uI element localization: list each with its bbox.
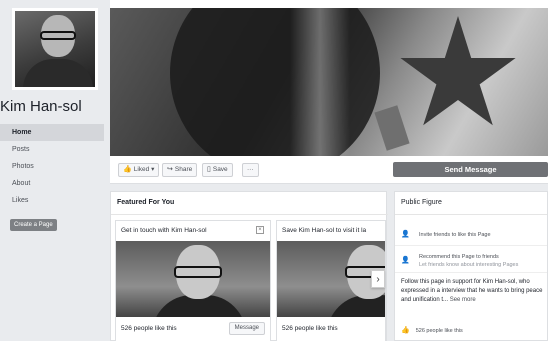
share-label: Share [174,166,193,173]
bookmark-icon: ▯ [207,166,211,173]
public-figure-panel: Public Figure 👤 Invite friends to like t… [394,191,548,341]
add-person-icon: 👤 [401,257,410,264]
carousel-next-arrow-icon[interactable]: › [371,270,385,288]
thumbs-up-icon: 👍 [123,166,132,173]
page-likes-count: 526 people like this [415,328,463,334]
card-title: Save Kim Han-sol to visit it la [282,227,367,234]
chevron-down-icon: ▾ [149,166,155,173]
recommend-subtitle: Let friends know about interesting Pages [419,262,519,268]
nav-item-about[interactable]: About [0,175,104,192]
message-button[interactable]: Message [228,322,265,335]
page-likes-row: 👍 526 people like this [401,326,463,334]
divider [395,214,547,215]
share-icon: ↪ [167,166,173,173]
send-message-button[interactable]: Send Message [393,162,548,177]
divider [111,214,388,215]
share-button[interactable]: ↪ Share [162,163,198,177]
card-likes-count: 526 people like this [282,325,338,332]
profile-photo[interactable] [12,8,98,90]
more-options-button[interactable]: ··· [242,163,259,177]
save-button[interactable]: ▯ Save [202,163,233,177]
divider [395,272,547,273]
featured-panel: Featured For You Get in touch with Kim H… [110,191,388,341]
profile-photo-body [23,59,93,87]
thumbs-up-icon: 👍 [401,327,410,334]
liked-button[interactable]: 👍 Liked ▾ [118,163,160,177]
see-more-link[interactable]: See more [450,297,476,303]
page-description: Follow this page in support for Kim Han-… [401,278,545,305]
recommend-link[interactable]: Recommend this Page to friends [419,254,499,260]
card-photo[interactable] [116,241,270,317]
page-action-bar: 👍 Liked ▾ ↪ Share ▯ Save ··· Send Message [110,156,548,184]
photo-person-glasses [174,266,222,278]
left-sidebar: Kim Han-sol Home Posts Photos About Like… [0,0,110,341]
close-icon[interactable]: × [256,226,264,234]
add-person-icon: 👤 [401,231,410,238]
page-nav: Home Posts Photos About Likes [0,124,104,209]
nav-item-photos[interactable]: Photos [0,158,104,175]
cover-photo[interactable] [110,8,548,156]
cover-flag-fold [290,8,350,156]
liked-label: Liked [133,166,150,173]
cover-flag-star [400,16,516,126]
profile-photo-glasses [40,31,76,40]
save-label: Save [212,166,228,173]
create-page-button[interactable]: Create a Page [10,219,57,231]
divider [395,245,547,246]
invite-friends-link[interactable]: Invite friends to like this Page [419,232,491,238]
featured-card-save[interactable]: Save Kim Han-sol to visit it la 526 peop… [276,220,386,341]
featured-title: Featured For You [117,199,175,206]
card-title: Get in touch with Kim Han-sol [121,227,207,234]
page-content: Featured For You Get in touch with Kim H… [110,184,548,341]
nav-item-home[interactable]: Home [0,124,104,141]
card-likes-count: 526 people like this [121,325,177,332]
nav-item-posts[interactable]: Posts [0,141,104,158]
page-title: Kim Han-sol [0,98,82,115]
cover-flag-stripe [374,105,410,151]
photo-person-body [327,295,385,317]
card-photo[interactable] [277,241,385,317]
featured-card-message[interactable]: Get in touch with Kim Han-sol × 526 peop… [115,220,271,341]
public-figure-title: Public Figure [401,199,442,206]
nav-item-likes[interactable]: Likes [0,192,104,209]
